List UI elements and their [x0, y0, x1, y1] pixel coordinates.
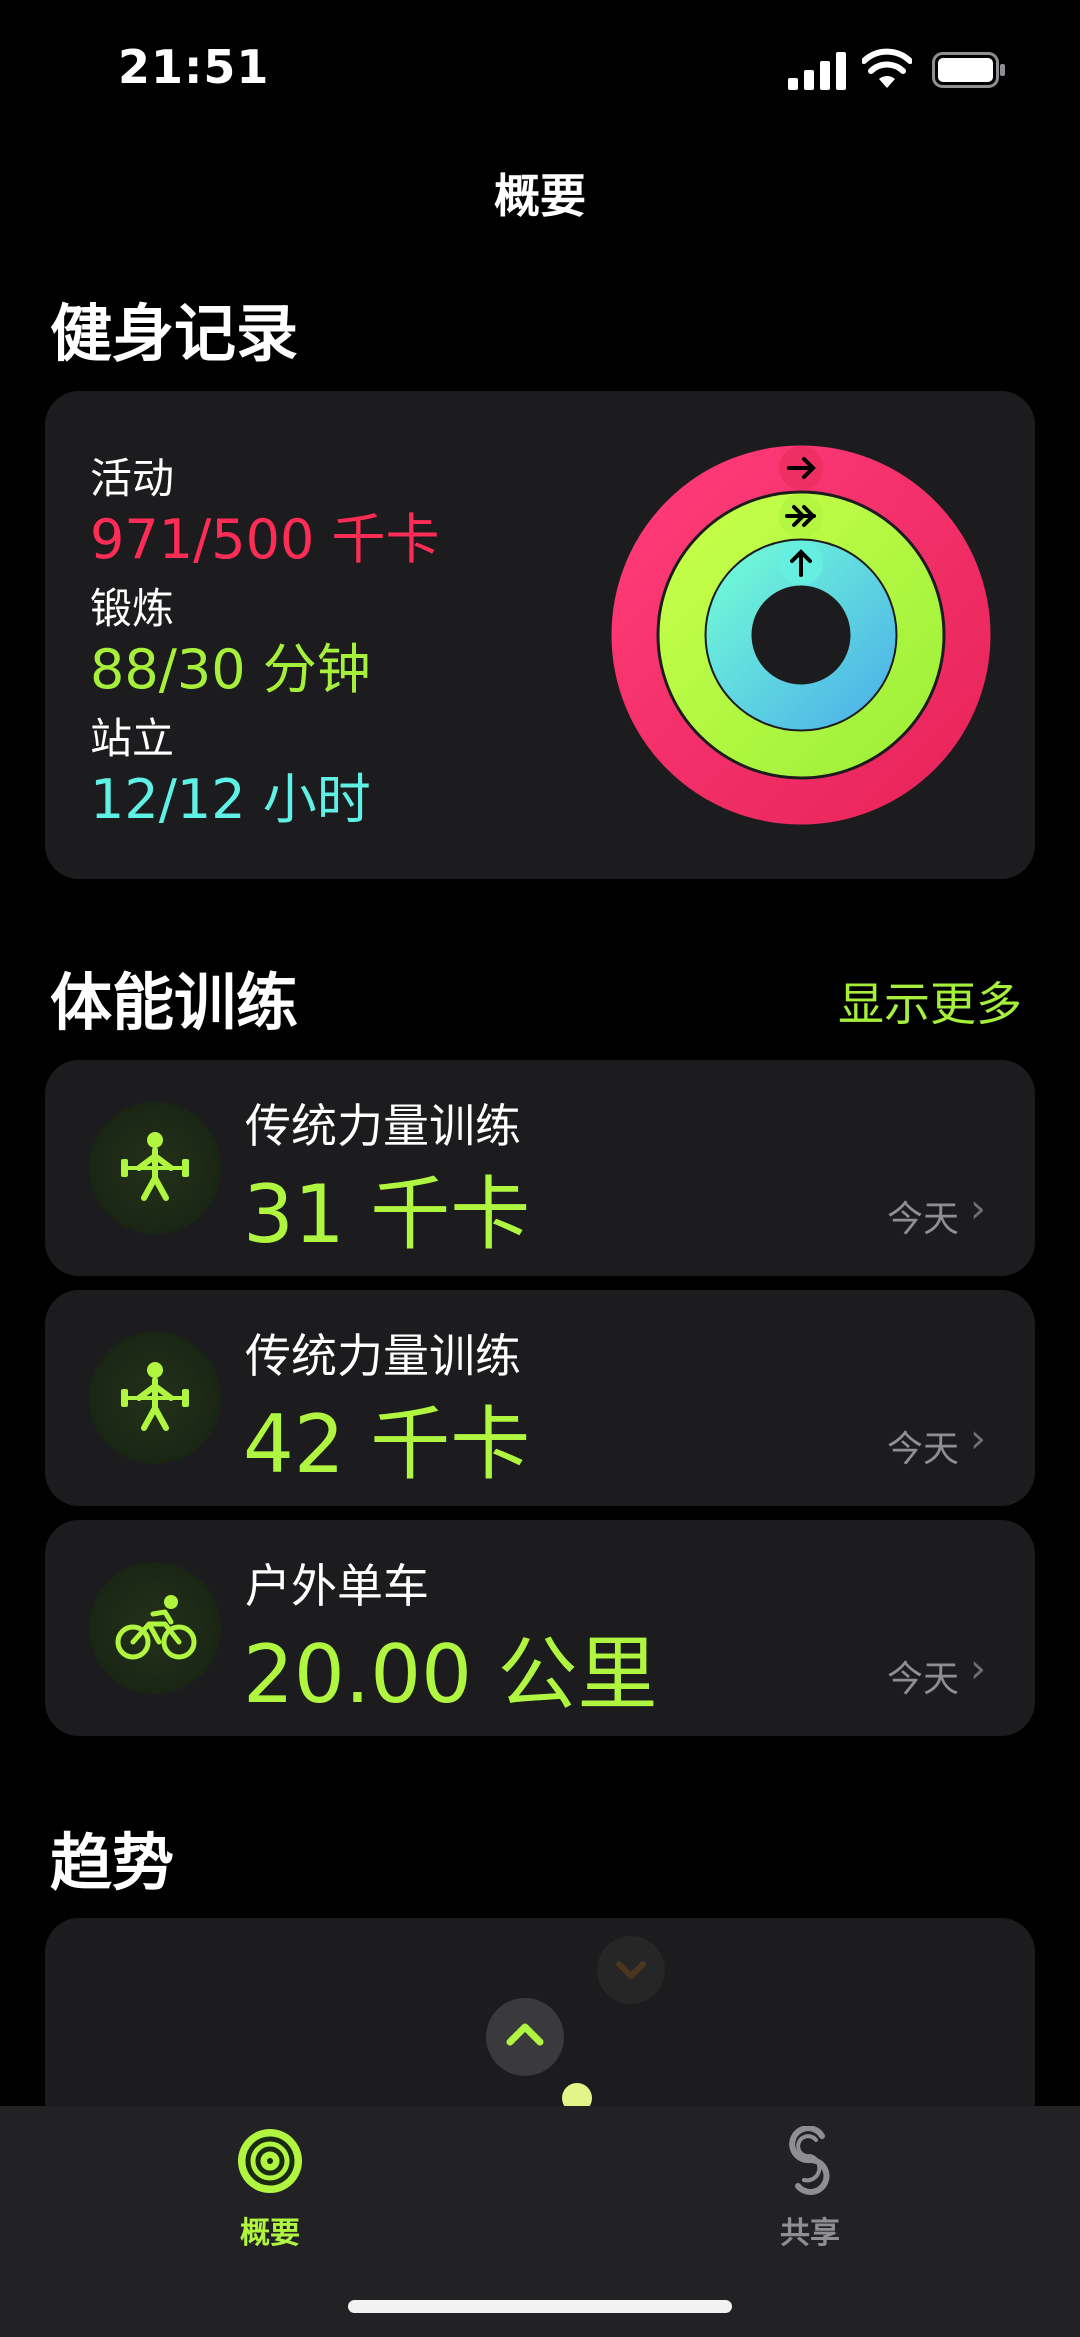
activity-rings-icon — [611, 445, 991, 825]
chevron-right-icon: › — [970, 1186, 986, 1232]
workout-date: 今天 — [887, 1199, 960, 1240]
activity-rings-icon — [238, 2129, 302, 2193]
workout-value: 31 千卡 — [243, 1168, 531, 1261]
trends-section-title: 趋势 — [50, 1826, 175, 1899]
battery-icon — [932, 52, 1005, 88]
workout-name: 传统力量训练 — [245, 1099, 521, 1153]
trend-down-badge — [597, 1936, 665, 2004]
workout-date: 今天 — [887, 1429, 960, 1470]
move-value: 971/500 千卡 — [90, 508, 440, 571]
activity-section-title: 健身记录 — [50, 297, 299, 370]
workout-card[interactable]: 传统力量训练 31 千卡 今天 › — [45, 1060, 1035, 1276]
workout-card[interactable]: 传统力量训练 42 千卡 今天 › — [45, 1290, 1035, 1506]
chevron-right-icon: › — [970, 1416, 986, 1462]
workout-value: 42 千卡 — [243, 1398, 531, 1491]
exercise-value: 88/30 分钟 — [90, 638, 371, 701]
tab-summary-label: 概要 — [240, 2216, 300, 2251]
stand-value: 12/12 小时 — [90, 768, 371, 831]
trend-up-badge — [486, 1998, 564, 2076]
status-time: 21:51 — [118, 40, 270, 94]
cellular-signal-icon — [788, 52, 846, 90]
workouts-section-title: 体能训练 — [50, 966, 299, 1039]
chevron-down-icon — [616, 1961, 646, 1979]
chevron-up-icon — [506, 2023, 544, 2046]
workout-name: 户外单车 — [245, 1559, 429, 1613]
workout-card[interactable]: 户外单车 20.00 公里 今天 › — [45, 1520, 1035, 1736]
workout-name: 传统力量训练 — [245, 1329, 521, 1383]
weightlifting-icon — [89, 1332, 221, 1464]
wifi-icon — [862, 48, 912, 88]
activity-rings-card[interactable]: 活动 971/500 千卡 锻炼 88/30 分钟 站立 12/12 小时 — [45, 391, 1035, 879]
tab-sharing-label: 共享 — [780, 2216, 840, 2251]
weightlifting-icon — [89, 1102, 221, 1234]
workout-date: 今天 — [887, 1659, 960, 1700]
tab-summary[interactable]: 概要 — [180, 2126, 360, 2251]
sharing-icon — [789, 2126, 830, 2195]
cycling-icon — [89, 1562, 221, 1694]
home-indicator — [348, 2300, 732, 2313]
page-title: 概要 — [494, 169, 586, 223]
show-more-link[interactable]: 显示更多 — [838, 968, 1022, 1034]
workout-value: 20.00 公里 — [243, 1628, 658, 1721]
chevron-right-icon: › — [970, 1646, 986, 1692]
tab-sharing[interactable]: 共享 — [720, 2126, 900, 2251]
